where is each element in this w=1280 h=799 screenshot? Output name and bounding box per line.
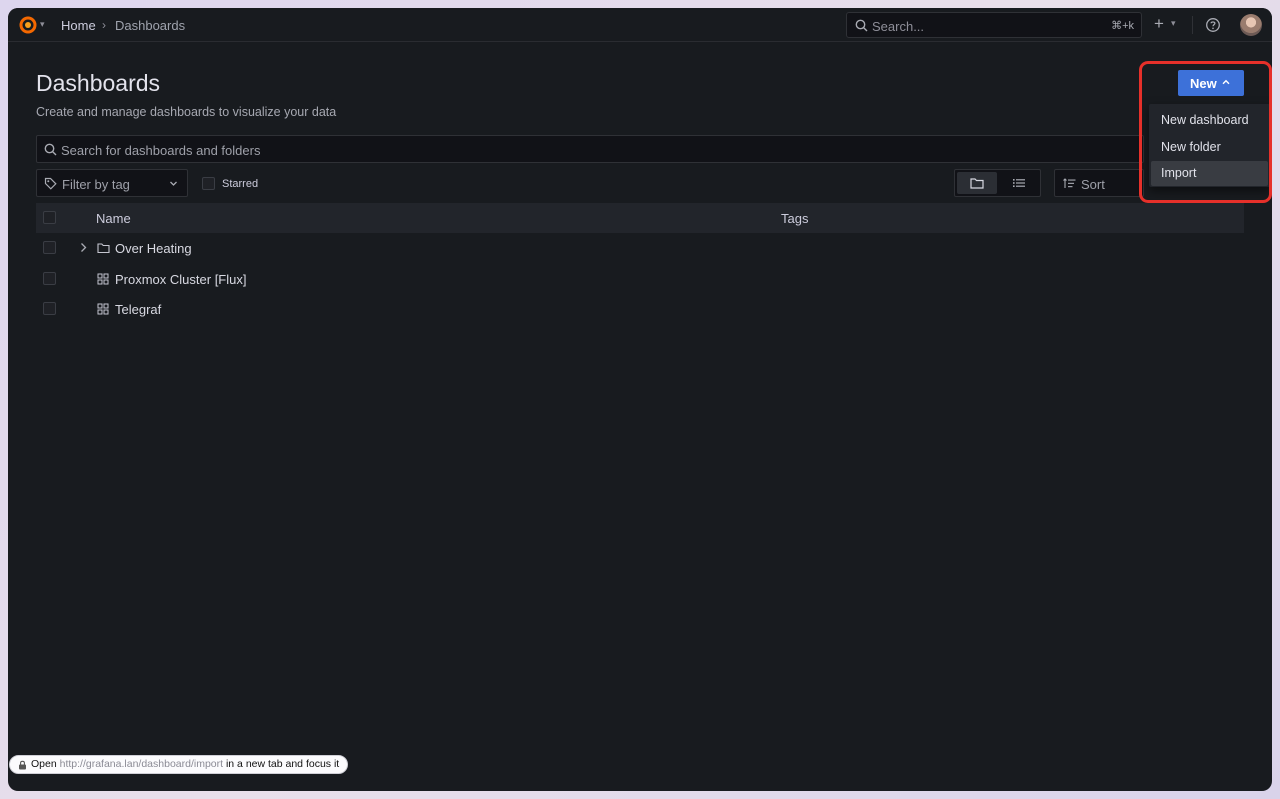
row-name-link[interactable]: Over Heating [115, 241, 192, 256]
plus-icon[interactable]: + [1154, 15, 1164, 32]
tag-filter-placeholder: Filter by tag [62, 177, 130, 192]
page-title: Dashboards [36, 70, 161, 96]
breadcrumb-separator-icon: › [102, 18, 106, 32]
global-search-placeholder: Search... [872, 19, 925, 34]
sort-icon [1063, 178, 1076, 188]
new-dropdown-menu: New dashboard New folder Import [1149, 104, 1270, 187]
menu-item-new-dashboard[interactable]: New dashboard [1151, 108, 1268, 133]
sort-placeholder: Sort [1081, 177, 1105, 192]
grafana-logo-icon[interactable] [18, 15, 38, 35]
page-subtitle: Create and manage dashboards to visualiz… [36, 105, 337, 119]
status-url: http://grafana.lan/dashboard/import [59, 758, 224, 770]
search-icon [44, 143, 57, 156]
dashboard-search-placeholder: Search for dashboards and folders [61, 143, 261, 158]
select-all-checkbox[interactable] [43, 211, 56, 224]
row-checkbox[interactable] [43, 302, 56, 315]
menu-item-import[interactable]: Import [1151, 161, 1268, 186]
tag-icon [44, 177, 57, 190]
global-search-input[interactable]: Search... ⌘+k [846, 12, 1142, 38]
dashboard-grid-icon [97, 273, 109, 285]
menu-item-label: New folder [1161, 140, 1221, 154]
chevron-up-icon [1222, 79, 1230, 85]
topbar-divider [1192, 16, 1193, 34]
table-row[interactable]: Over Heating [36, 233, 1244, 263]
menu-item-new-folder[interactable]: New folder [1151, 135, 1268, 160]
table-row[interactable]: Telegraf [36, 294, 1244, 324]
logo-chevron-down-icon[interactable]: ▾ [40, 19, 45, 30]
search-shortcut-hint: ⌘+k [1111, 20, 1134, 32]
breadcrumb-home[interactable]: Home [61, 18, 96, 33]
new-button[interactable]: New [1178, 70, 1244, 96]
app-window: ▾ Home › Dashboards Search... ⌘+k + ▾ Da… [8, 8, 1272, 791]
starred-checkbox[interactable] [202, 177, 215, 190]
starred-label[interactable]: Starred [222, 178, 258, 190]
dashboard-grid-icon [97, 303, 109, 315]
table-row[interactable]: Proxmox Cluster [Flux] [36, 264, 1244, 294]
column-header-name[interactable]: Name [96, 211, 131, 226]
new-button-label: New [1190, 76, 1217, 91]
menu-item-label: New dashboard [1161, 113, 1249, 127]
breadcrumb-current: Dashboards [115, 18, 186, 33]
row-name-link[interactable]: Telegraf [115, 302, 161, 317]
folder-icon [970, 178, 984, 189]
tag-filter-select[interactable]: Filter by tag [36, 169, 188, 197]
chevron-down-icon [170, 181, 177, 186]
row-checkbox[interactable] [43, 272, 56, 285]
top-navbar: ▾ Home › Dashboards Search... ⌘+k + ▾ [8, 8, 1272, 42]
folder-icon [97, 243, 110, 254]
row-name-link[interactable]: Proxmox Cluster [Flux] [115, 272, 246, 287]
list-view-button[interactable] [999, 172, 1039, 194]
avatar[interactable] [1240, 14, 1262, 36]
lock-icon [19, 760, 26, 770]
plus-chevron-down-icon[interactable]: ▾ [1171, 18, 1176, 29]
table-header: Name Tags [36, 203, 1244, 233]
status-prefix: Open [31, 758, 57, 770]
menu-item-label: Import [1161, 166, 1197, 180]
column-header-tags: Tags [781, 211, 809, 226]
chevron-right-icon[interactable] [79, 242, 88, 253]
browser-status-tooltip: Open http://grafana.lan/dashboard/import… [9, 755, 349, 774]
dashboard-search-input[interactable]: Search for dashboards and folders [36, 135, 1144, 163]
help-icon[interactable] [1205, 17, 1221, 33]
search-icon [855, 19, 868, 32]
view-mode-toggle [954, 169, 1041, 197]
status-suffix: in a new tab and focus it [225, 758, 340, 770]
list-icon [1013, 179, 1025, 187]
row-checkbox[interactable] [43, 241, 56, 254]
folder-view-button[interactable] [957, 172, 997, 194]
sort-select[interactable]: Sort [1054, 169, 1144, 197]
